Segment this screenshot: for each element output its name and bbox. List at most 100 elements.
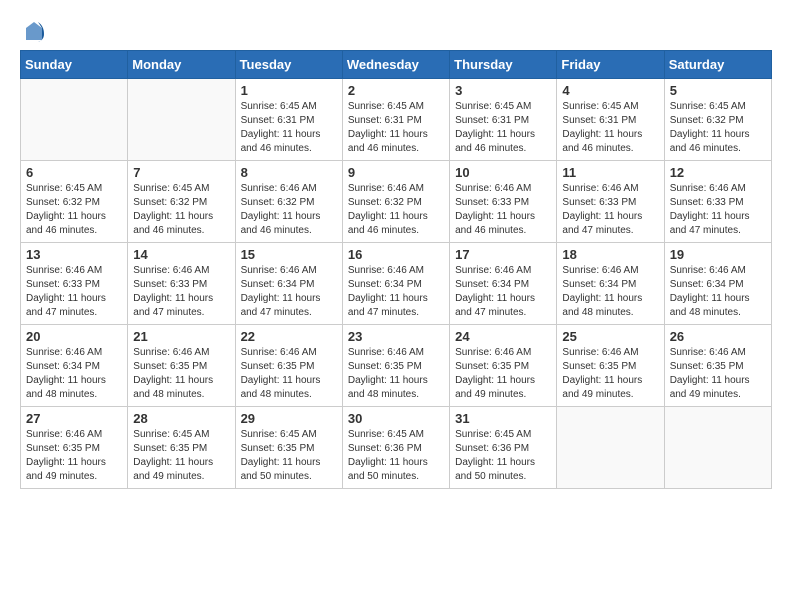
day-of-week-header: Monday [128,51,235,79]
calendar-day-cell: 30 Sunrise: 6:45 AM Sunset: 6:36 PM Dayli… [342,407,449,489]
day-info: Sunrise: 6:45 AM Sunset: 6:35 PM Dayligh… [133,428,229,484]
day-number: 9 [348,165,444,180]
day-number: 21 [133,329,229,344]
day-number: 2 [348,83,444,98]
day-number: 13 [26,247,122,262]
day-number: 28 [133,411,229,426]
calendar-day-cell: 15Sunrise: 6:46 AM Sunset: 6:34 PM Dayli… [235,243,342,325]
day-number: 20 [26,329,122,344]
calendar-day-cell: 4 Sunrise: 6:45 AM Sunset: 6:31 PM Daylig… [557,79,664,161]
day-number: 4 [562,83,658,98]
day-info: Sunrise: 6:46 AM Sunset: 6:33 PM Dayligh… [133,264,229,320]
day-of-week-header: Thursday [450,51,557,79]
day-of-week-header: Saturday [664,51,771,79]
day-number: 6 [26,165,122,180]
calendar-day-cell: 5 Sunrise: 6:45 AM Sunset: 6:32 PM Daylig… [664,79,771,161]
calendar-day-cell: 23 Sunrise: 6:46 AM Sunset: 6:35 PM Dayli… [342,325,449,407]
day-info: Sunrise: 6:46 AM Sunset: 6:33 PM Dayligh… [455,182,551,238]
calendar-week-row: 6 Sunrise: 6:45 AM Sunset: 6:32 PM Daylig… [21,161,772,243]
day-of-week-header: Tuesday [235,51,342,79]
calendar-day-cell: 24 Sunrise: 6:46 AM Sunset: 6:35 PM Dayli… [450,325,557,407]
day-number: 5 [670,83,766,98]
day-number: 29 [241,411,337,426]
day-number: 3 [455,83,551,98]
calendar-day-cell: 1 Sunrise: 6:45 AM Sunset: 6:31 PM Daylig… [235,79,342,161]
calendar-day-cell: 18 Sunrise: 6:46 AM Sunset: 6:34 PM Dayli… [557,243,664,325]
day-number: 31 [455,411,551,426]
day-number: 19 [670,247,766,262]
day-number: 10 [455,165,551,180]
day-info: Sunrise: 6:46 AM Sunset: 6:33 PM Dayligh… [670,182,766,238]
calendar-day-cell: 21Sunrise: 6:46 AM Sunset: 6:35 PM Dayli… [128,325,235,407]
day-number: 8 [241,165,337,180]
calendar-week-row: 13 Sunrise: 6:46 AM Sunset: 6:33 PM Dayli… [21,243,772,325]
logo [20,20,46,40]
day-info: Sunrise: 6:46 AM Sunset: 6:35 PM Dayligh… [670,346,766,402]
day-info: Sunrise: 6:45 AM Sunset: 6:36 PM Dayligh… [455,428,551,484]
calendar-day-cell: 20Sunrise: 6:46 AM Sunset: 6:34 PM Dayli… [21,325,128,407]
calendar-day-cell: 26 Sunrise: 6:46 AM Sunset: 6:35 PM Dayli… [664,325,771,407]
day-number: 24 [455,329,551,344]
day-info: Sunrise: 6:46 AM Sunset: 6:35 PM Dayligh… [241,346,337,402]
day-info: Sunrise: 6:45 AM Sunset: 6:35 PM Dayligh… [241,428,337,484]
day-number: 25 [562,329,658,344]
day-info: Sunrise: 6:45 AM Sunset: 6:32 PM Dayligh… [670,100,766,156]
calendar-day-cell: 3 Sunrise: 6:45 AM Sunset: 6:31 PM Daylig… [450,79,557,161]
calendar: SundayMondayTuesdayWednesdayThursdayFrid… [20,50,772,489]
day-number: 18 [562,247,658,262]
calendar-day-cell: 12 Sunrise: 6:46 AM Sunset: 6:33 PM Dayli… [664,161,771,243]
day-info: Sunrise: 6:46 AM Sunset: 6:35 PM Dayligh… [455,346,551,402]
day-info: Sunrise: 6:45 AM Sunset: 6:31 PM Dayligh… [455,100,551,156]
calendar-day-cell: 13 Sunrise: 6:46 AM Sunset: 6:33 PM Dayli… [21,243,128,325]
day-info: Sunrise: 6:45 AM Sunset: 6:31 PM Dayligh… [241,100,337,156]
calendar-day-cell: 27 Sunrise: 6:46 AM Sunset: 6:35 PM Dayli… [21,407,128,489]
calendar-day-cell: 19 Sunrise: 6:46 AM Sunset: 6:34 PM Dayli… [664,243,771,325]
calendar-week-row: 1 Sunrise: 6:45 AM Sunset: 6:31 PM Daylig… [21,79,772,161]
calendar-day-cell: 17 Sunrise: 6:46 AM Sunset: 6:34 PM Dayli… [450,243,557,325]
day-number: 14 [133,247,229,262]
calendar-day-cell [557,407,664,489]
day-number: 11 [562,165,658,180]
day-info: Sunrise: 6:46 AM Sunset: 6:35 PM Dayligh… [562,346,658,402]
day-number: 27 [26,411,122,426]
day-info: Sunrise: 6:45 AM Sunset: 6:36 PM Dayligh… [348,428,444,484]
day-info: Sunrise: 6:45 AM Sunset: 6:31 PM Dayligh… [562,100,658,156]
calendar-day-cell: 6Sunrise: 6:45 AM Sunset: 6:32 PM Daylig… [21,161,128,243]
calendar-day-cell: 28 Sunrise: 6:45 AM Sunset: 6:35 PM Dayli… [128,407,235,489]
calendar-day-cell: 14 Sunrise: 6:46 AM Sunset: 6:33 PM Dayli… [128,243,235,325]
day-info: Sunrise: 6:46 AM Sunset: 6:34 PM Dayligh… [348,264,444,320]
day-info: Sunrise: 6:46 AM Sunset: 6:32 PM Dayligh… [241,182,337,238]
day-of-week-header: Wednesday [342,51,449,79]
day-info: Sunrise: 6:46 AM Sunset: 6:34 PM Dayligh… [562,264,658,320]
calendar-day-cell: 8 Sunrise: 6:46 AM Sunset: 6:32 PM Daylig… [235,161,342,243]
day-info: Sunrise: 6:45 AM Sunset: 6:32 PM Dayligh… [133,182,229,238]
calendar-day-cell [664,407,771,489]
day-number: 23 [348,329,444,344]
calendar-day-cell [128,79,235,161]
day-info: Sunrise: 6:46 AM Sunset: 6:33 PM Dayligh… [26,264,122,320]
day-number: 16 [348,247,444,262]
calendar-day-cell: 31 Sunrise: 6:45 AM Sunset: 6:36 PM Dayli… [450,407,557,489]
day-number: 7 [133,165,229,180]
calendar-day-cell: 29 Sunrise: 6:45 AM Sunset: 6:35 PM Dayli… [235,407,342,489]
calendar-day-cell [21,79,128,161]
day-of-week-header: Sunday [21,51,128,79]
day-info: Sunrise: 6:46 AM Sunset: 6:35 PM Dayligh… [348,346,444,402]
day-number: 17 [455,247,551,262]
day-info: Sunrise: 6:46 AM Sunset: 6:32 PM Dayligh… [348,182,444,238]
day-number: 30 [348,411,444,426]
day-number: 26 [670,329,766,344]
day-info: Sunrise: 6:46 AM Sunset: 6:34 PM Dayligh… [455,264,551,320]
calendar-day-cell: 7 Sunrise: 6:45 AM Sunset: 6:32 PM Daylig… [128,161,235,243]
calendar-week-row: 27 Sunrise: 6:46 AM Sunset: 6:35 PM Dayli… [21,407,772,489]
day-number: 12 [670,165,766,180]
calendar-day-cell: 25 Sunrise: 6:46 AM Sunset: 6:35 PM Dayli… [557,325,664,407]
header [20,20,772,40]
day-number: 1 [241,83,337,98]
day-number: 15 [241,247,337,262]
day-info: Sunrise: 6:46 AM Sunset: 6:35 PM Dayligh… [26,428,122,484]
day-info: Sunrise: 6:46 AM Sunset: 6:34 PM Dayligh… [670,264,766,320]
day-info: Sunrise: 6:46 AM Sunset: 6:33 PM Dayligh… [562,182,658,238]
logo-icon [22,20,46,44]
calendar-day-cell: 22Sunrise: 6:46 AM Sunset: 6:35 PM Dayli… [235,325,342,407]
